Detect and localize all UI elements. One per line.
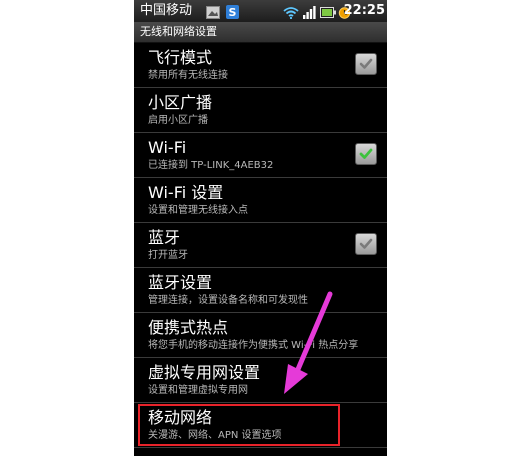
item-subtitle: 关漫游、网络、APN 设置选项 (148, 430, 282, 441)
svg-text:S: S (229, 6, 237, 19)
mobile-network-item[interactable]: 移动网络 关漫游、网络、APN 设置选项 (134, 403, 387, 448)
checkbox-unchecked-icon (359, 58, 373, 69)
item-title: Wi-Fi 设置 (148, 183, 224, 202)
wifi-settings-item[interactable]: Wi-Fi 设置 设置和管理无线接入点 (134, 178, 387, 223)
status-bar: 中国移动 S 22:25 (134, 0, 387, 22)
wifi-icon (283, 4, 299, 23)
clock: 22:25 (343, 3, 385, 18)
vpn-settings-item[interactable]: 虚拟专用网设置 设置和管理虚拟专用网 (134, 358, 387, 403)
item-subtitle: 设置和管理无线接入点 (148, 205, 248, 216)
wifi-checkbox[interactable] (355, 143, 377, 165)
item-title: 蓝牙 (148, 228, 181, 247)
airplane-mode-checkbox[interactable] (355, 53, 377, 75)
title-bar: 无线和网络设置 (134, 22, 387, 43)
page-title: 无线和网络设置 (140, 25, 217, 38)
signal-icon (303, 4, 316, 23)
bluetooth-checkbox[interactable] (355, 233, 377, 255)
item-title: 便携式热点 (148, 318, 229, 337)
sync-icon: S (226, 4, 239, 23)
item-subtitle: 启用小区广播 (148, 115, 208, 126)
portable-hotspot-item[interactable]: 便携式热点 将您手机的移动连接作为便携式 Wi-Fi 热点分享 (134, 313, 387, 358)
item-subtitle: 设置和管理虚拟专用网 (148, 385, 248, 396)
phone-screen: 中国移动 S 22:25 无线和网络设置 飞行模式 禁用所有无线连接 小区广播 … (134, 0, 387, 456)
bluetooth-item[interactable]: 蓝牙 打开蓝牙 (134, 223, 387, 268)
cell-broadcast-item[interactable]: 小区广播 启用小区广播 (134, 88, 387, 133)
carrier-name: 中国移动 (140, 3, 193, 18)
checkbox-unchecked-icon (359, 238, 373, 249)
wifi-item[interactable]: Wi-Fi 已连接到 TP-LINK_4AEB32 (134, 133, 387, 178)
checkmark-icon (359, 148, 373, 159)
bluetooth-settings-item[interactable]: 蓝牙设置 管理连接，设置设备名称和可发现性 (134, 268, 387, 313)
item-subtitle: 已连接到 TP-LINK_4AEB32 (148, 160, 274, 171)
airplane-mode-item[interactable]: 飞行模式 禁用所有无线连接 (134, 43, 387, 88)
item-title: 虚拟专用网设置 (148, 363, 261, 382)
item-title: Wi-Fi (148, 138, 187, 157)
battery-icon (320, 4, 336, 23)
item-title: 小区广播 (148, 93, 213, 112)
item-title: 蓝牙设置 (148, 273, 213, 292)
item-title: 飞行模式 (148, 48, 213, 67)
image-icon (206, 4, 220, 23)
item-subtitle: 禁用所有无线连接 (148, 70, 228, 81)
item-title: 移动网络 (148, 408, 213, 427)
pointer-arrow-icon (284, 291, 333, 394)
item-subtitle: 打开蓝牙 (148, 250, 188, 261)
